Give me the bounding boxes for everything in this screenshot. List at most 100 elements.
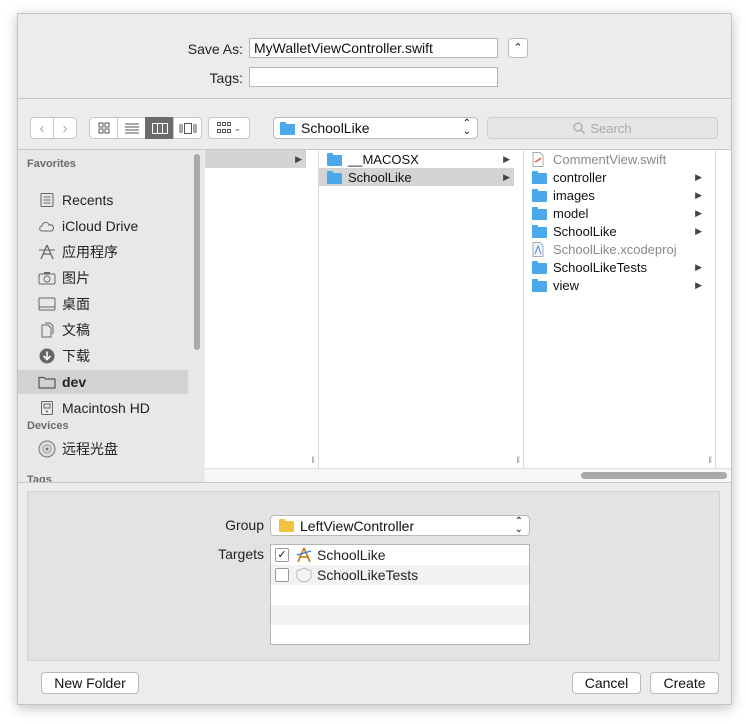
targets-list: ✓ SchoolLike SchoolLikeTests [270,544,530,645]
folder-icon [327,170,343,184]
sidebar-item[interactable]: 应用程序 [18,240,188,264]
list-item[interactable]: SchoolLike ▶ [524,222,706,240]
devices-header: Devices [27,420,69,432]
disclosure-arrow-icon: ▶ [695,207,702,218]
back-button[interactable]: ‹ [30,117,54,139]
folder-icon [532,188,548,202]
list-item[interactable]: SchoolLike ▶ [319,168,514,186]
target-row-schoolliketests[interactable]: SchoolLikeTests [271,565,529,585]
favorites-header: Favorites [27,158,76,170]
targets-label: Targets [218,546,264,562]
sidebar-item-label: Recents [62,192,114,208]
sidebar-item-label: 桌面 [62,296,90,312]
list-item[interactable]: model ▶ [524,204,706,222]
swift-file-icon [532,151,548,167]
icon-view-button[interactable] [89,117,118,139]
disclosure-arrow-icon: ▶ [695,189,702,200]
list-item-label: controller [553,169,607,185]
hard-drive-icon [36,400,58,416]
updown-chevron-icon: ⌃ ⌄ [462,118,471,137]
disclosure-arrow-icon: ▶ [695,261,702,272]
sidebar-item-label: 应用程序 [62,244,118,260]
column-resize-icon[interactable]: ‖ [708,455,712,465]
list-item[interactable]: CommentView.swift [524,150,706,168]
sidebar-item-label: 图片 [62,270,90,286]
browser-divider [18,482,731,483]
group-label: Group [225,517,264,533]
chevron-left-icon: ‹ [39,119,45,137]
icon-view-icon [98,122,109,134]
camera-icon [36,271,58,285]
sidebar-item[interactable]: 图片 [18,266,188,290]
list-item-label: __MACOSX [348,151,419,167]
sidebar-item[interactable]: 文稿 [18,318,188,342]
location-label: SchoolLike [301,120,370,136]
search-field[interactable]: Search [487,117,718,139]
target-checkbox-schoollike[interactable]: ✓ [275,548,289,562]
create-button[interactable]: Create [650,672,719,694]
sidebar-item[interactable]: 远程光盘 [18,437,188,461]
sidebar-item[interactable]: iCloud Drive [18,214,188,238]
folder-icon [36,375,58,389]
list-view-button[interactable] [117,117,146,139]
folder-icon [532,206,548,220]
folder-icon [279,519,294,532]
location-popup[interactable]: SchoolLike ⌃ ⌄ [273,117,478,139]
collapse-button[interactable]: ⌃ [508,38,528,58]
column-view-icon [151,122,168,134]
app-target-icon [296,547,312,563]
new-folder-button[interactable]: New Folder [41,672,139,694]
column-resize-icon[interactable]: ‖ [516,455,520,465]
cancel-button[interactable]: Cancel [572,672,641,694]
target-row-empty [271,605,529,625]
arrange-button[interactable]: ⌄ [208,117,250,139]
horizontal-scrollbar[interactable] [581,472,727,479]
list-item-label: SchoolLike [553,223,617,239]
list-item-label: CommentView.swift [553,151,667,167]
list-item[interactable]: SchoolLike.xcodeproj [524,240,706,258]
folder-icon [532,170,548,184]
list-item[interactable]: view ▶ [524,276,706,294]
test-target-icon [296,567,312,583]
list-item[interactable]: controller ▶ [524,168,706,186]
coverflow-view-button[interactable] [173,117,202,139]
sidebar-item[interactable]: 下载 [18,344,188,368]
disclosure-arrow-icon: ▶ [695,279,702,290]
filename-input[interactable]: MyWalletViewController.swift [249,38,498,58]
group-popup[interactable]: LeftViewController ⌃ ⌄ [270,515,530,536]
target-row-empty [271,625,529,644]
column-resize-icon[interactable]: ‖ [311,455,315,465]
list-item[interactable]: images ▶ [524,186,706,204]
disc-icon [36,440,58,458]
sidebar-item-label: 文稿 [62,322,90,338]
sidebar-item-label: Macintosh HD [62,400,150,416]
sidebar-item[interactable]: Macintosh HD [18,396,188,420]
documents-icon [36,322,58,338]
sidebar-item[interactable]: 桌面 [18,292,188,316]
sidebar-item[interactable]: Recents [18,188,188,212]
tags-label: Tags: [209,70,243,86]
sidebar-item-label: 下载 [62,348,90,364]
list-item[interactable]: SchoolLikeTests ▶ [524,258,706,276]
tags-header: Tags [27,474,52,482]
forward-button[interactable]: › [53,117,77,139]
target-checkbox-schoolliketests[interactable] [275,568,289,582]
sidebar-scrollbar[interactable] [194,154,200,350]
column-browser: ▶ ‖ __MACOSX ▶ SchoolLike ▶ ‖ CommentView.sw… [205,150,731,482]
save-dialog: Save As: MyWalletViewController.swift ⌃ … [17,13,732,705]
sidebar-item-label: dev [62,374,87,390]
tags-input[interactable] [249,67,498,87]
target-row-schoollike[interactable]: ✓ SchoolLike [271,545,529,565]
coverflow-view-icon [179,122,196,134]
sidebar-item-label: iCloud Drive [62,218,139,234]
xcodeproj-file-icon [532,241,548,257]
list-item[interactable]: ▶ [205,150,306,168]
sidebar-item[interactable]: dev [18,370,188,394]
chevron-right-icon: › [62,119,68,137]
column-view-button[interactable] [145,117,174,139]
group-value: LeftViewController [300,517,415,534]
sidebar-item-label: 远程光盘 [62,441,118,457]
disclosure-arrow-icon: ▶ [503,171,510,182]
list-item[interactable]: __MACOSX ▶ [319,150,514,168]
cloud-icon [36,220,58,232]
